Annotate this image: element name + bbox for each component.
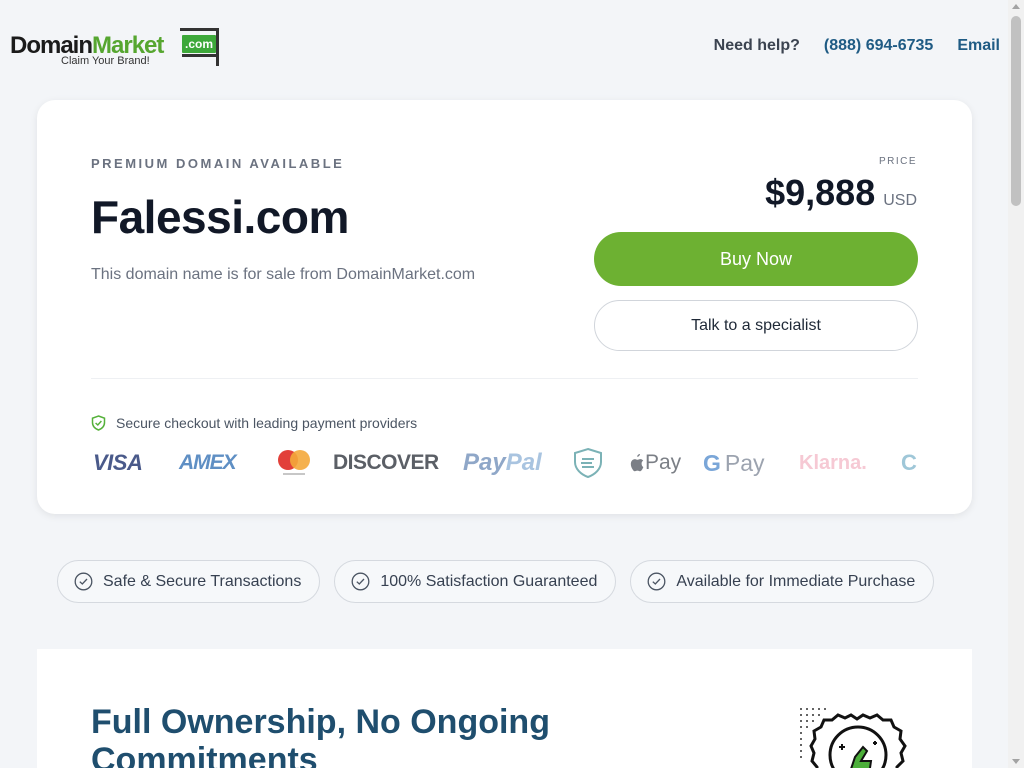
apple-icon <box>630 454 644 472</box>
email-link[interactable]: Email <box>957 37 1000 55</box>
logo-underline <box>182 54 216 57</box>
domain-name-title: Falessi.com <box>91 191 349 243</box>
ownership-section: Full Ownership, No Ongoing Commitments <box>37 649 972 768</box>
buy-now-button[interactable]: Buy Now <box>594 232 918 286</box>
header-nav: Need help? (888) 694-6735 Email <box>714 37 1000 55</box>
klarna-logo: Klarna. <box>799 451 867 474</box>
apple-pay-logo: Pay <box>628 445 681 481</box>
visa-logo: VISA <box>93 450 143 475</box>
secure-checkout-note: Secure checkout with leading payment pro… <box>91 415 417 431</box>
shield-payment-icon <box>572 445 604 481</box>
price-currency: USD <box>883 192 917 209</box>
scrollbar-thumb[interactable] <box>1011 16 1021 206</box>
badge-satisfaction: 100% Satisfaction Guaranteed <box>334 560 617 603</box>
guarantee-seal-illustration <box>797 705 927 768</box>
price-label: PRICE <box>878 156 917 167</box>
badge-label: Available for Immediate Purchase <box>676 572 916 590</box>
scroll-down-arrow-icon[interactable] <box>1012 759 1020 764</box>
check-circle-icon <box>647 572 666 591</box>
paypal-logo: Pay Pal <box>463 449 542 476</box>
check-circle-icon <box>74 572 93 591</box>
partial-payment-logo: C <box>901 450 917 475</box>
domainmarket-logo[interactable]: DomainMarket .com Claim Your Brand! <box>10 28 220 72</box>
badge-safe-secure: Safe & Secure Transactions <box>57 560 321 603</box>
google-pay-logo: G Pay <box>703 449 765 476</box>
need-help-label: Need help? <box>713 37 800 54</box>
payment-logos: VISA AMEX DISCOVER Pay Pal Pay G Pay Klarn… <box>93 445 918 481</box>
price-amount: $9,888 <box>765 172 876 213</box>
logo-com-badge: .com <box>182 35 217 53</box>
price-display: $9,888 USD <box>765 172 917 214</box>
ownership-heading: Full Ownership, No Ongoing Commitments <box>91 703 550 768</box>
premium-eyebrow: PREMIUM DOMAIN AVAILABLE <box>91 156 345 171</box>
sale-description: This domain name is for sale from Domain… <box>91 266 476 283</box>
site-header: DomainMarket .com Claim Your Brand! Need… <box>0 0 1008 92</box>
scroll-up-arrow-icon[interactable] <box>1012 4 1020 9</box>
secure-checkout-text: Secure checkout with leading payment pro… <box>116 415 418 431</box>
listing-card: PREMIUM DOMAIN AVAILABLE Falessi.com Thi… <box>37 100 972 514</box>
badge-label: 100% Satisfaction Guaranteed <box>380 572 598 590</box>
logo-signpost-bar <box>180 28 219 31</box>
badge-label: Safe & Secure Transactions <box>103 572 302 590</box>
trust-badges: Safe & Secure Transactions 100% Satisfac… <box>57 560 935 603</box>
logo-signpost-post <box>216 28 219 66</box>
badge-immediate-purchase: Available for Immediate Purchase <box>630 560 935 603</box>
check-circle-icon <box>351 572 370 591</box>
phone-link[interactable]: (888) 694-6735 <box>824 37 933 55</box>
discover-logo: DISCOVER <box>333 451 439 474</box>
shield-check-icon <box>91 415 106 431</box>
talk-to-specialist-button[interactable]: Talk to a specialist <box>594 300 918 351</box>
logo-tagline: Claim Your Brand! <box>61 55 150 67</box>
page-scrollbar[interactable] <box>1008 0 1024 768</box>
amex-logo: AMEX <box>179 451 237 474</box>
card-divider <box>91 378 918 379</box>
mastercard-logo <box>275 445 313 481</box>
